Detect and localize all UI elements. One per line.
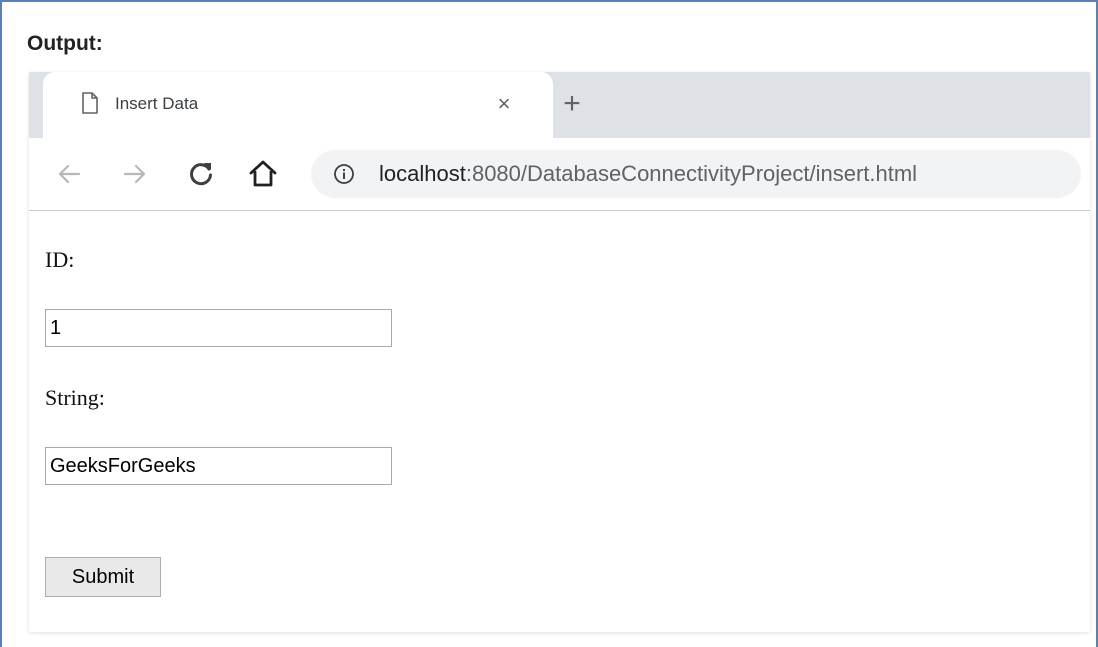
close-icon[interactable]: × [491,91,517,117]
id-label: ID: [45,247,75,272]
reload-icon[interactable] [185,158,217,190]
home-icon[interactable] [247,158,279,190]
document-icon [81,92,99,114]
tab-title: Insert Data [115,94,199,113]
tab-strip: Insert Data × + [29,72,1090,138]
page-content: ID: String: Submit [29,211,1090,632]
url-path: :8080/DatabaseConnectivityProject/insert… [465,161,918,186]
browser-window: Insert Data × + localhost:8080/DatabaseC… [29,72,1090,632]
url-text[interactable]: localhost:8080/DatabaseConnectivityProje… [379,161,917,187]
submit-button[interactable]: Submit [45,557,161,597]
plus-icon[interactable]: + [557,89,587,119]
arrow-left-icon[interactable] [53,158,85,190]
info-icon[interactable] [333,163,355,185]
url-host: localhost [379,161,466,186]
tab-insert-data[interactable]: Insert Data × [43,72,553,138]
string-label: String: [45,385,105,410]
browser-toolbar: localhost:8080/DatabaseConnectivityProje… [29,138,1090,211]
string-field[interactable] [45,447,392,485]
output-heading: Output: [27,32,103,55]
id-field[interactable] [45,309,392,347]
address-bar[interactable]: localhost:8080/DatabaseConnectivityProje… [311,150,1081,198]
arrow-right-icon[interactable] [119,158,151,190]
